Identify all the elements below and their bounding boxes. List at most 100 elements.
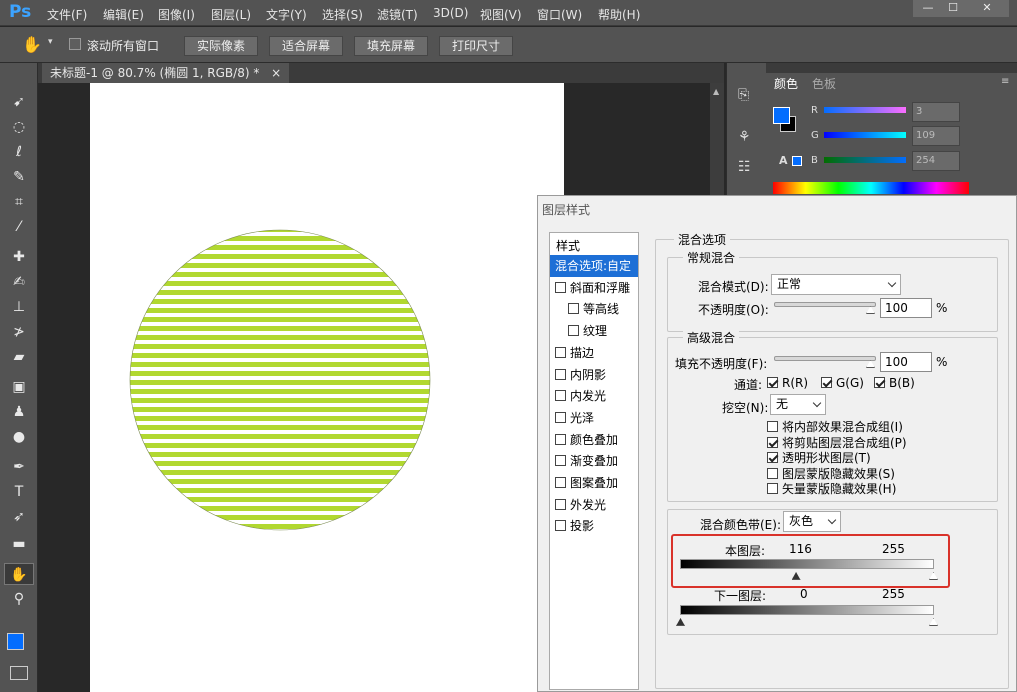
- preset-dropdown-icon[interactable]: ▾: [48, 37, 53, 47]
- underlying-layer-gradient[interactable]: [680, 605, 934, 615]
- channel-b-value[interactable]: 254: [912, 151, 960, 171]
- quick-select-tool-icon[interactable]: ✎: [4, 166, 34, 188]
- clone-stamp-tool-icon[interactable]: ⊥: [4, 296, 34, 318]
- knockout-value: 无: [776, 397, 789, 411]
- healing-brush-tool-icon[interactable]: ✚: [4, 246, 34, 268]
- style-item[interactable]: 投影: [550, 515, 638, 537]
- move-tool-icon[interactable]: ➹: [4, 91, 34, 113]
- channel-g-checkbox[interactable]: G(G): [821, 376, 864, 390]
- menu-file[interactable]: 文件(F): [47, 6, 87, 23]
- fit-screen-button[interactable]: 适合屏幕: [269, 36, 343, 56]
- style-item[interactable]: 内阴影: [550, 364, 638, 386]
- actual-pixels-button[interactable]: 实际像素: [184, 36, 258, 56]
- scroll-up-icon[interactable]: ▲: [713, 87, 719, 96]
- opacity-input[interactable]: 100: [880, 298, 932, 318]
- style-item[interactable]: 描边: [550, 342, 638, 364]
- print-size-button[interactable]: 打印尺寸: [439, 36, 513, 56]
- quick-mask-icon[interactable]: [10, 666, 28, 680]
- fill-opacity-slider[interactable]: [774, 356, 876, 361]
- eraser-tool-icon[interactable]: ▰: [4, 346, 34, 368]
- menu-3d[interactable]: 3D(D): [433, 6, 468, 20]
- brush-tool-icon[interactable]: ✍: [4, 271, 34, 293]
- advanced-option-checkbox[interactable]: 将内部效果混合成组(I): [767, 418, 903, 435]
- menu-view[interactable]: 视图(V): [480, 6, 522, 23]
- lasso-tool-icon[interactable]: ℓ: [4, 141, 34, 163]
- zoom-tool-icon[interactable]: ⚲: [4, 588, 34, 610]
- style-item[interactable]: 颜色叠加: [550, 429, 638, 451]
- menu-filter[interactable]: 滤镜(T): [377, 6, 418, 23]
- style-item-label: 等高线: [583, 302, 620, 317]
- menu-bar: Ps 文件(F) 编辑(E) 图像(I) 图层(L) 文字(Y) 选择(S) 滤…: [0, 0, 1017, 26]
- this-layer-gradient[interactable]: [680, 559, 934, 569]
- gradient-tool-icon[interactable]: ▣: [4, 376, 34, 398]
- menu-window[interactable]: 窗口(W): [537, 6, 582, 23]
- path-select-tool-icon[interactable]: ➶: [4, 506, 34, 528]
- style-item[interactable]: 内发光: [550, 385, 638, 407]
- style-item-label: 光泽: [570, 410, 595, 425]
- panel-menu-icon[interactable]: ≡: [1001, 76, 1009, 87]
- checkbox-checked-icon: [874, 377, 885, 388]
- color-fg-swatch[interactable]: [773, 107, 790, 124]
- rectangle-tool-icon[interactable]: ▬: [4, 533, 34, 555]
- blend-mode-select[interactable]: 正常: [771, 274, 901, 295]
- blur-tool-icon[interactable]: ♟: [4, 401, 34, 423]
- style-item[interactable]: 图案叠加: [550, 472, 638, 494]
- advanced-option-checkbox[interactable]: 矢量蒙版隐藏效果(H): [767, 480, 896, 497]
- tab-color[interactable]: 颜色: [770, 75, 803, 93]
- scroll-all-checkbox[interactable]: [69, 38, 81, 50]
- hand-tool-preset-icon[interactable]: ✋: [22, 35, 42, 54]
- menu-type[interactable]: 文字(Y): [266, 6, 307, 23]
- maximize-button[interactable]: ☐: [938, 0, 968, 17]
- menu-image[interactable]: 图像(I): [158, 6, 195, 23]
- channel-b-slider[interactable]: [824, 157, 906, 163]
- channel-b-checkbox[interactable]: B(B): [874, 376, 915, 390]
- style-item[interactable]: 斜面和浮雕: [550, 277, 638, 299]
- adjustments-panel-icon[interactable]: ☷: [738, 159, 751, 175]
- color-spectrum-bar[interactable]: [773, 182, 969, 194]
- style-item[interactable]: 等高线: [550, 298, 638, 320]
- web-color-swatch[interactable]: [792, 156, 802, 166]
- menu-help[interactable]: 帮助(H): [598, 6, 640, 23]
- document-tab-bar: 未标题-1 @ 80.7% (椭圆 1, RGB/8) * ×: [38, 63, 724, 83]
- dodge-tool-icon[interactable]: ●: [4, 426, 34, 448]
- channel-r-slider[interactable]: [824, 107, 906, 113]
- menu-edit[interactable]: 编辑(E): [103, 6, 144, 23]
- menu-layer[interactable]: 图层(L): [211, 6, 251, 23]
- close-window-button[interactable]: ✕: [965, 0, 1009, 17]
- advanced-option-checkbox[interactable]: 将剪贴图层混合成组(P): [767, 434, 907, 451]
- opacity-slider[interactable]: [774, 302, 876, 307]
- foreground-color-swatch[interactable]: [7, 633, 24, 650]
- document-tab[interactable]: 未标题-1 @ 80.7% (椭圆 1, RGB/8) * ×: [42, 63, 290, 83]
- history-panel-icon[interactable]: ⎘: [738, 87, 749, 103]
- document-canvas[interactable]: [90, 83, 564, 692]
- hand-tool-icon[interactable]: ✋: [4, 563, 34, 585]
- style-item[interactable]: 外发光: [550, 494, 638, 516]
- style-item[interactable]: 混合选项:自定: [550, 255, 638, 277]
- style-item[interactable]: 光泽: [550, 407, 638, 429]
- advanced-option-checkbox[interactable]: 透明形状图层(T): [767, 449, 871, 466]
- checkbox-icon: [767, 483, 778, 494]
- advanced-blending-title: 高级混合: [683, 329, 740, 346]
- channel-g-value[interactable]: 109: [912, 126, 960, 146]
- channel-g-slider[interactable]: [824, 132, 906, 138]
- advanced-option-checkbox[interactable]: 图层蒙版隐藏效果(S): [767, 465, 895, 482]
- channel-r-checkbox[interactable]: R(R): [767, 376, 808, 390]
- eyedropper-tool-icon[interactable]: ⁄: [4, 216, 34, 238]
- style-item[interactable]: 渐变叠加: [550, 450, 638, 472]
- type-tool-icon[interactable]: T: [4, 481, 34, 503]
- underlying-high-value: 255: [882, 587, 905, 601]
- channel-r-value[interactable]: 3: [912, 102, 960, 122]
- tab-swatches[interactable]: 色板: [808, 75, 840, 93]
- fill-opacity-input[interactable]: 100: [880, 352, 932, 372]
- crop-tool-icon[interactable]: ⌗: [4, 191, 34, 213]
- brush-panel-icon[interactable]: ⚘: [738, 129, 751, 145]
- blend-if-select[interactable]: 灰色: [783, 511, 841, 532]
- style-item[interactable]: 纹理: [550, 320, 638, 342]
- fill-screen-button[interactable]: 填充屏幕: [354, 36, 428, 56]
- knockout-select[interactable]: 无: [770, 394, 826, 415]
- pen-tool-icon[interactable]: ✒: [4, 456, 34, 478]
- menu-select[interactable]: 选择(S): [322, 6, 363, 23]
- history-brush-tool-icon[interactable]: ≯: [4, 321, 34, 343]
- tab-close-icon[interactable]: ×: [271, 66, 281, 80]
- marquee-tool-icon[interactable]: ◌: [4, 116, 34, 138]
